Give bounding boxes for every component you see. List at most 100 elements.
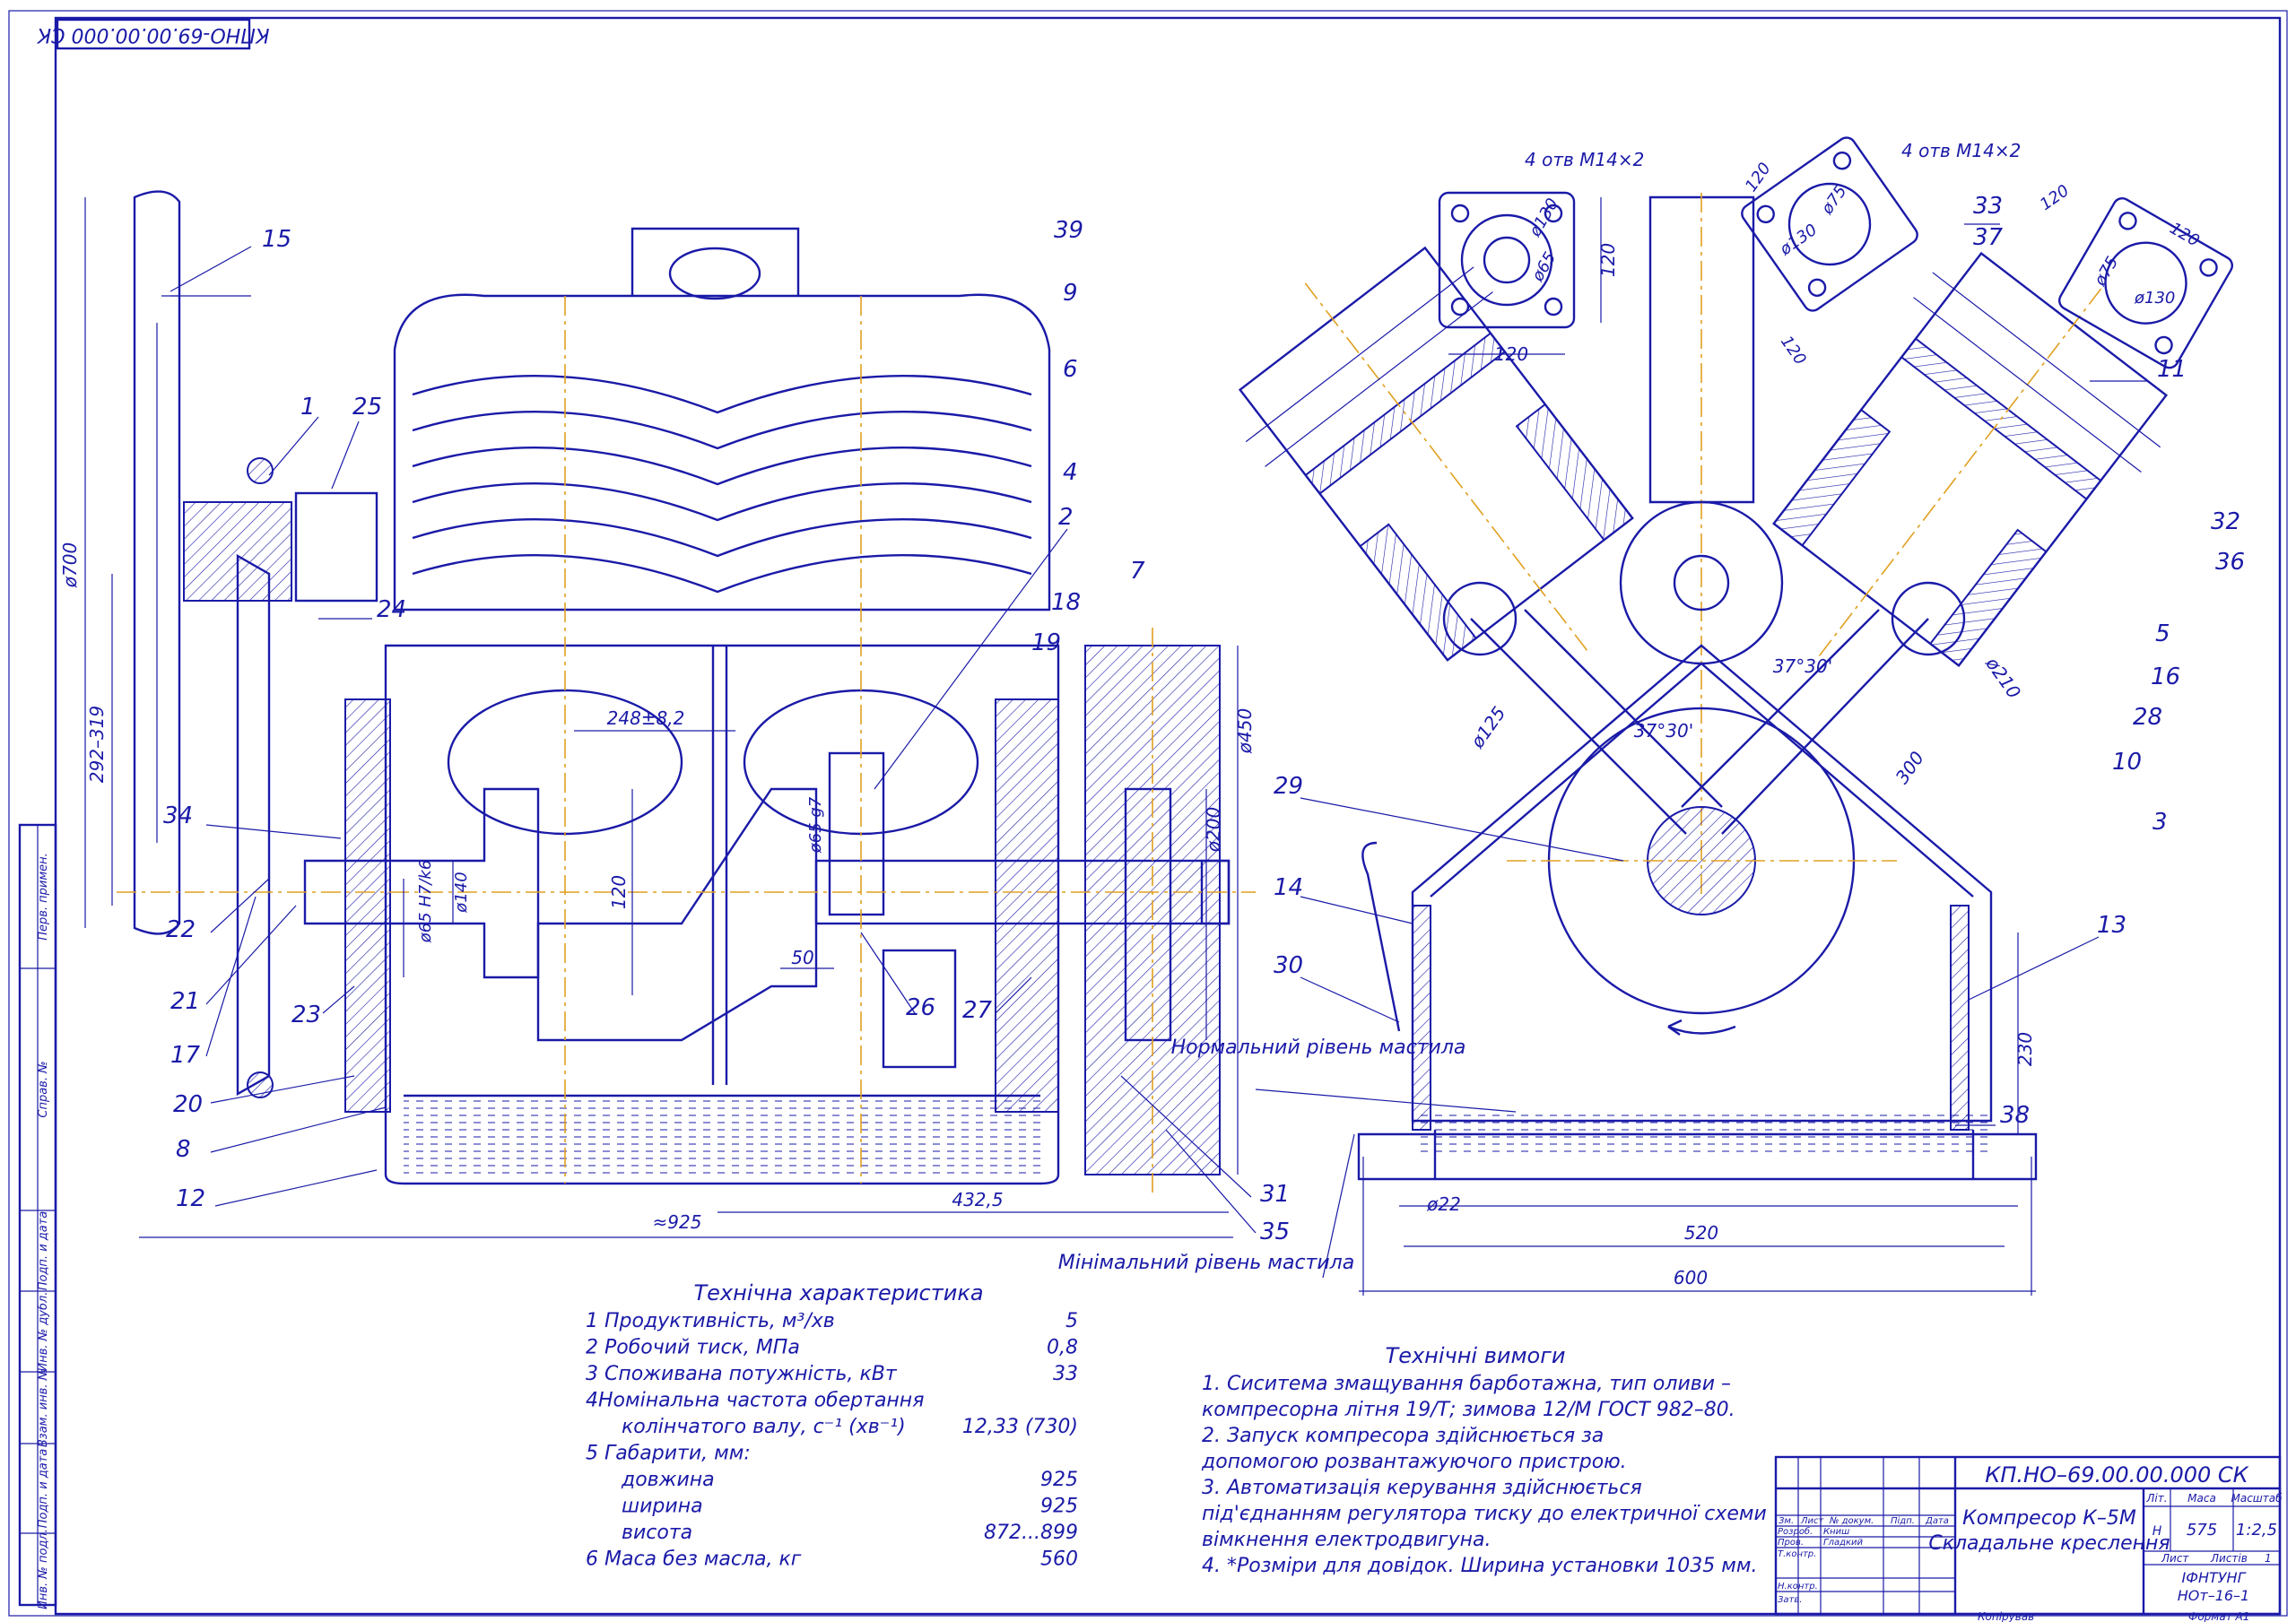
- spec-label: 6 Маса без масла, кг: [586, 1548, 802, 1571]
- tb-sheets-value: 1: [2265, 1552, 2272, 1565]
- dim-22: ø22: [1426, 1193, 1461, 1215]
- flange1-d65: ø65: [1528, 249, 1561, 286]
- oil-sump: [404, 1098, 1040, 1175]
- callout-21: 21: [170, 988, 200, 1015]
- spec-value: 0,8: [1047, 1337, 1078, 1359]
- stamp-3: Инв. № дубл.: [37, 1292, 50, 1372]
- tb-scale-value: 1:2,5: [2236, 1521, 2277, 1540]
- dim-flywheel: ø450: [1234, 708, 1256, 754]
- callout-16: 16: [2151, 664, 2180, 690]
- requirements-title: Технічні вимоги: [1386, 1343, 1566, 1368]
- callout-19: 19: [1031, 629, 1061, 656]
- dim-belt-tension: 292–319: [86, 706, 108, 783]
- normal-oil-level-label: Нормальний рівень мастила: [1171, 1037, 1466, 1059]
- lifting-eye: [631, 227, 800, 296]
- dim-520: 520: [1684, 1222, 1718, 1244]
- stamp-6: Инв. № подл.: [37, 1529, 50, 1609]
- flange2-d130: ø130: [1776, 221, 1821, 260]
- dim-50: 50: [791, 947, 813, 968]
- dim-230: 230: [2014, 1032, 2036, 1066]
- tb-scale-label: Масштаб: [2231, 1492, 2283, 1505]
- flange1-h: 120: [1597, 243, 1619, 277]
- min-oil-level-label: Мінімальний рівень мастила: [1058, 1252, 1354, 1274]
- dim-925: ≈925: [653, 1211, 702, 1233]
- dim-bearing: ø140: [452, 872, 471, 913]
- callout-18: 18: [1051, 589, 1081, 616]
- callout-25: 25: [352, 394, 382, 421]
- tb-developer: Книш: [1823, 1527, 1849, 1537]
- dim-angle-2: 37°30': [1634, 720, 1693, 742]
- tb-role-4: Затв.: [1778, 1595, 1802, 1605]
- callout-8: 8: [176, 1136, 191, 1163]
- tb-designation: КП.НО–69.00.00.000 СК: [1985, 1462, 2248, 1488]
- callout-35: 35: [1260, 1219, 1290, 1245]
- front-view: ø700 292–319 248±8,2 ø65 g7 120 ø65 H7/k…: [59, 190, 1290, 1245]
- tb-sheets-label: Листів: [2210, 1552, 2248, 1565]
- rotated-code-box: КПНО-69.00.00.000 СК: [36, 18, 269, 50]
- assembly-drawing: КПНО-69.00.00.000 СК Перв. примен. Справ…: [8, 10, 2288, 1622]
- spec-value: 5: [1065, 1310, 1078, 1332]
- callout-9: 9: [1063, 280, 1078, 307]
- requirement-line: допомогою розвантажуючого пристрою.: [1201, 1451, 1627, 1473]
- flange1-holes: 4 отв М14×2: [1525, 149, 1644, 170]
- tb-org-2: НОт–16–1: [2178, 1587, 2249, 1604]
- stamp-4: Взам. инв. №: [37, 1368, 50, 1447]
- dim-fan-dia: ø700: [59, 542, 81, 588]
- dim-stroke: 120: [608, 875, 630, 909]
- requirement-line: під'єднанням регулятора тиску до електри…: [1202, 1503, 1767, 1525]
- callout-17: 17: [170, 1042, 201, 1069]
- tb-org-1: ІФНТУНГ: [2182, 1569, 2247, 1586]
- callout-10: 10: [2112, 749, 2142, 776]
- callout-28: 28: [2133, 704, 2162, 731]
- callout-30: 30: [1274, 952, 1303, 979]
- flange-details: 4 отв М14×2 ø130 ø65 120 120 4 отв М14×2…: [1438, 136, 2233, 369]
- tb-name-2: Складальне креслення: [1928, 1532, 2170, 1555]
- dim-fit: ø65 H7/k6: [416, 860, 435, 944]
- tech-specs: Технічна характеристика 1 Продуктивність…: [586, 1280, 1078, 1571]
- dim-angle-1: 37°30': [1773, 655, 1832, 677]
- dim-bore: ø125: [1465, 702, 1509, 752]
- spec-label: довжина: [621, 1469, 715, 1491]
- spec-value: 925: [1040, 1496, 1078, 1518]
- flange3-h: 120: [2167, 219, 2203, 250]
- requirement-line: компресорна літня 19/Т; зимова 12/М ГОСТ…: [1202, 1399, 1735, 1421]
- callout-31: 31: [1260, 1181, 1290, 1208]
- callout-20: 20: [173, 1091, 203, 1118]
- dim-300: 300: [1891, 747, 1928, 787]
- tb-role-1: Пров.: [1778, 1538, 1804, 1548]
- spec-value: 872...899: [984, 1522, 1078, 1544]
- left-cylinder: [1238, 246, 1634, 662]
- spec-value: 925: [1040, 1469, 1078, 1491]
- rotated-code: КПНО-69.00.00.000 СК: [36, 23, 269, 46]
- flange1-w: 120: [1494, 343, 1528, 365]
- callout-27: 27: [962, 997, 993, 1024]
- callout-6: 6: [1063, 356, 1078, 383]
- side-stamp-strip: Перв. примен. Справ. № Подп. и дата Инв.…: [18, 823, 57, 1609]
- spec-value: 12,33 (730): [962, 1416, 1078, 1438]
- tb-lit-label: Літ.: [2145, 1492, 2167, 1505]
- specs-title: Технічна характеристика: [693, 1280, 983, 1305]
- tb-lit-value: Н: [2152, 1524, 2162, 1539]
- tb-format: Формат А1: [2188, 1610, 2249, 1622]
- dim-432: 432,5: [952, 1189, 1003, 1210]
- spec-label: ширина: [622, 1496, 703, 1518]
- tech-requirements: Технічні вимоги 1. Сиситема змащування б…: [1201, 1343, 1767, 1577]
- cylinder-head: [393, 293, 1051, 612]
- callout-34: 34: [163, 802, 193, 829]
- tb-copied: Копірував: [1978, 1610, 2034, 1622]
- flange3-d75: ø75: [2091, 254, 2123, 291]
- spec-value: 560: [1040, 1548, 1078, 1571]
- callout-23: 23: [291, 1002, 321, 1028]
- tb-h-4: Дата: [1925, 1516, 1949, 1526]
- tb-name-1: Компресор К–5М: [1962, 1507, 2136, 1530]
- spec-label: 3 Споживана потужність, кВт: [586, 1363, 898, 1385]
- dim-shaft-offset: 248±8,2: [607, 707, 685, 729]
- flange1-d130: ø130: [1526, 195, 1562, 241]
- requirement-line: вімкнення електродвигуна.: [1202, 1529, 1491, 1551]
- cooling-fins: [412, 374, 1032, 594]
- requirement-line: 2. Запуск компресора здійснюється за: [1202, 1425, 1604, 1447]
- callout-4: 4: [1063, 459, 1078, 486]
- tb-h-2: № докум.: [1829, 1516, 1874, 1526]
- callout-14: 14: [1274, 874, 1303, 901]
- crankshaft-web: [536, 787, 818, 1042]
